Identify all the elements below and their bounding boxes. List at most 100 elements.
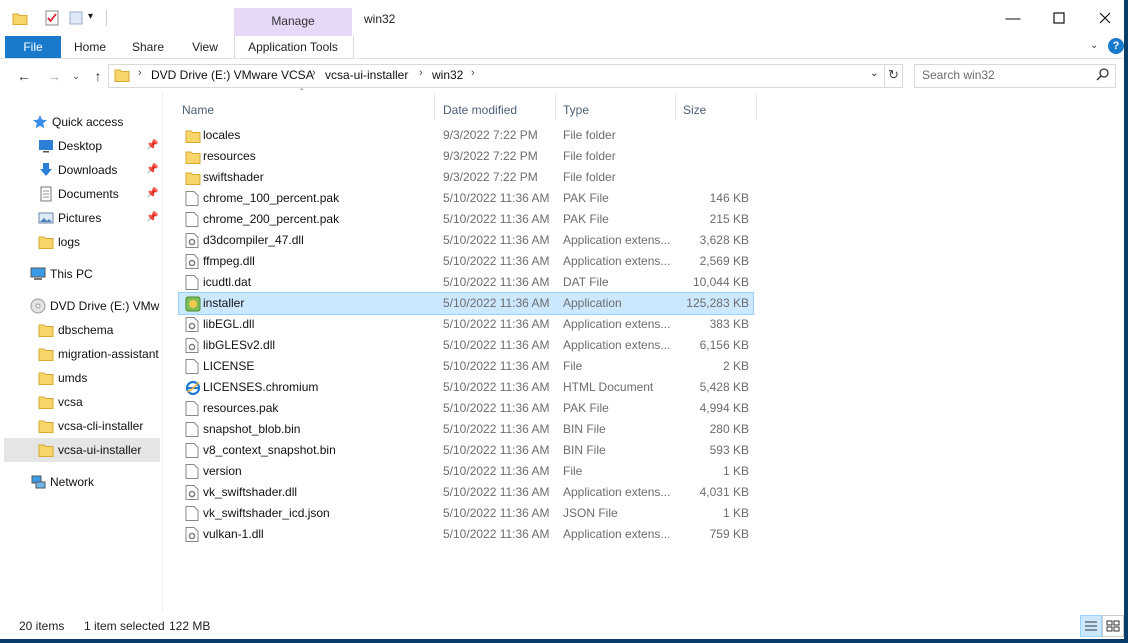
file-row[interactable]: d3dcompiler_47.dll 5/10/2022 11:36 AM Appl… — [179, 230, 753, 251]
recent-locations-icon[interactable]: ⌄ — [66, 66, 86, 86]
sidebar-item-desktop[interactable]: Desktop 📌 — [0, 134, 160, 158]
file-row[interactable]: swiftshader 9/3/2022 7:22 PM File folder — [179, 167, 753, 188]
file-name: vulkan-1.dll — [203, 527, 264, 541]
expand-ribbon-icon[interactable]: ⌄ — [1090, 40, 1098, 51]
sidebar-item-logs[interactable]: logs — [0, 230, 160, 254]
forward-arrow-icon[interactable]: → — [44, 66, 64, 86]
file-row[interactable]: icudtl.dat 5/10/2022 11:36 AM DAT File 10,0… — [179, 272, 753, 293]
file-name: libGLESv2.dll — [203, 338, 276, 352]
minimize-button[interactable]: — — [990, 0, 1036, 36]
sidebar-item-pictures[interactable]: Pictures 📌 — [0, 206, 160, 230]
file-name: locales — [203, 128, 241, 142]
file-row[interactable]: vulkan-1.dll 5/10/2022 11:36 AM Applicatio… — [179, 524, 753, 545]
file-row[interactable]: vk_swiftshader.dll 5/10/2022 11:36 AM Appl… — [179, 482, 753, 503]
file-date-modified: 5/10/2022 11:36 AM — [443, 506, 550, 520]
file-type: PAK File — [563, 212, 609, 226]
dll-icon — [185, 338, 199, 353]
file-size: 215 KB — [709, 212, 749, 226]
file-date-modified: 9/3/2022 7:22 PM — [443, 149, 538, 163]
tab-view[interactable]: View — [186, 36, 224, 58]
file-type: PAK File — [563, 401, 609, 415]
sidebar-item-label: vcsa-ui-installer — [58, 443, 142, 457]
file-row[interactable]: libEGL.dll 5/10/2022 11:36 AM Application … — [179, 314, 753, 335]
breadcrumb-vcsa-ui-installer[interactable]: vcsa-ui-installer — [325, 68, 408, 82]
chevron-right-icon[interactable]: › — [471, 67, 475, 79]
close-button[interactable] — [1082, 0, 1128, 36]
manage-label[interactable]: Manage — [234, 14, 352, 28]
column-date-modified[interactable]: Date modified — [443, 100, 517, 120]
file-name: icudtl.dat — [203, 275, 252, 289]
file-row[interactable]: installer 5/10/2022 11:36 AM Application 12… — [178, 292, 754, 315]
tab-share[interactable]: Share — [128, 36, 168, 58]
sidebar-item-vcsa-ui-installer[interactable]: vcsa-ui-installer — [4, 438, 160, 462]
up-arrow-icon[interactable]: ↑ — [88, 66, 108, 86]
sidebar-item-label: vcsa-cli-installer — [58, 419, 144, 433]
file-row[interactable]: ffmpeg.dll 5/10/2022 11:36 AM Application … — [179, 251, 753, 272]
file-row[interactable]: resources.pak 5/10/2022 11:36 AM PAK File 4… — [179, 398, 753, 419]
file-row[interactable]: snapshot_blob.bin 5/10/2022 11:36 AM BIN F… — [179, 419, 753, 440]
status-size: 122 MB — [169, 619, 211, 633]
chevron-right-icon[interactable]: › — [419, 67, 423, 79]
file-row[interactable]: LICENSES.chromium 5/10/2022 11:36 AM HTML … — [179, 377, 753, 398]
application-icon — [185, 296, 201, 312]
sidebar-item-documents[interactable]: Documents 📌 — [0, 182, 160, 206]
file-size: 280 KB — [709, 422, 749, 436]
sidebar-item-vcsa[interactable]: vcsa — [0, 390, 160, 414]
sidebar-item-network[interactable]: Network — [0, 470, 160, 494]
breadcrumb-win32[interactable]: win32 — [432, 68, 463, 82]
file-row[interactable]: resources 9/3/2022 7:22 PM File folder — [179, 146, 753, 167]
sidebar-item-dbschema[interactable]: dbschema — [0, 318, 160, 342]
search-icon[interactable] — [1096, 68, 1109, 84]
column-size[interactable]: Size — [683, 100, 706, 120]
dll-icon — [185, 317, 199, 332]
sidebar-item-this-pc[interactable]: This PC — [0, 262, 160, 286]
file-row[interactable]: libGLESv2.dll 5/10/2022 11:36 AM Applicati… — [179, 335, 753, 356]
properties-icon[interactable] — [44, 10, 60, 26]
help-icon[interactable]: ? — [1108, 38, 1124, 54]
file-row[interactable]: vk_swiftshader_icd.json 5/10/2022 11:36 A… — [179, 503, 753, 524]
column-separator[interactable] — [434, 94, 435, 120]
tab-application-tools[interactable]: Application Tools — [234, 36, 352, 58]
file-row[interactable]: chrome_200_percent.pak 5/10/2022 11:36 AM… — [179, 209, 753, 230]
qat-dropdown-icon[interactable]: ▾ — [88, 11, 93, 22]
column-type[interactable]: Type — [563, 100, 589, 120]
new-folder-icon[interactable] — [68, 10, 84, 26]
column-separator[interactable] — [756, 94, 757, 120]
pin-icon: 📌 — [146, 140, 159, 151]
column-name[interactable]: Name — [182, 100, 214, 120]
address-dropdown-icon[interactable]: ⌄ — [870, 68, 878, 79]
details-view-button[interactable] — [1080, 615, 1102, 637]
sidebar-item-vcsa-cli-installer[interactable]: vcsa-cli-installer — [0, 414, 160, 438]
refresh-icon[interactable]: ↻ — [888, 67, 899, 83]
file-row[interactable]: version 5/10/2022 11:36 AM File 1 KB — [179, 461, 753, 482]
file-row[interactable]: LICENSE 5/10/2022 11:36 AM File 2 KB — [179, 356, 753, 377]
folder-icon[interactable] — [12, 10, 28, 26]
sidebar-item-migration-assistant[interactable]: migration-assistant — [0, 342, 160, 366]
file-name: resources — [203, 149, 256, 163]
tab-home[interactable]: Home — [70, 36, 110, 58]
back-arrow-icon[interactable]: ← — [14, 66, 34, 86]
sidebar-item-umds[interactable]: umds — [0, 366, 160, 390]
breadcrumb-dvd-drive[interactable]: DVD Drive (E:) VMware VCSA — [151, 68, 314, 82]
sidebar-item-dvd-drive-e-vmwa[interactable]: DVD Drive (E:) VMwa — [0, 294, 160, 318]
chevron-right-icon[interactable]: › — [312, 67, 316, 79]
folder-icon — [38, 370, 54, 389]
chevron-right-icon[interactable]: › — [138, 67, 142, 79]
sidebar-item-label: Downloads — [58, 163, 118, 177]
sidebar-item-quick-access[interactable]: Quick access — [0, 110, 160, 134]
file-date-modified: 5/10/2022 11:36 AM — [443, 191, 550, 205]
maximize-button[interactable] — [1036, 0, 1082, 36]
column-separator[interactable] — [555, 94, 556, 120]
large-icons-view-button[interactable] — [1102, 615, 1124, 637]
tab-file[interactable]: File — [5, 36, 61, 58]
pin-icon: 📌 — [146, 188, 159, 199]
file-icon — [185, 359, 199, 374]
file-row[interactable]: v8_context_snapshot.bin 5/10/2022 11:36 A… — [179, 440, 753, 461]
column-separator[interactable] — [675, 94, 676, 120]
pictures-icon — [38, 210, 54, 229]
sidebar-item-downloads[interactable]: Downloads 📌 — [0, 158, 160, 182]
file-row[interactable]: chrome_100_percent.pak 5/10/2022 11:36 AM… — [179, 188, 753, 209]
details-view-icon — [1085, 621, 1097, 631]
file-row[interactable]: locales 9/3/2022 7:22 PM File folder — [179, 125, 753, 146]
nav-splitter[interactable] — [162, 92, 163, 612]
